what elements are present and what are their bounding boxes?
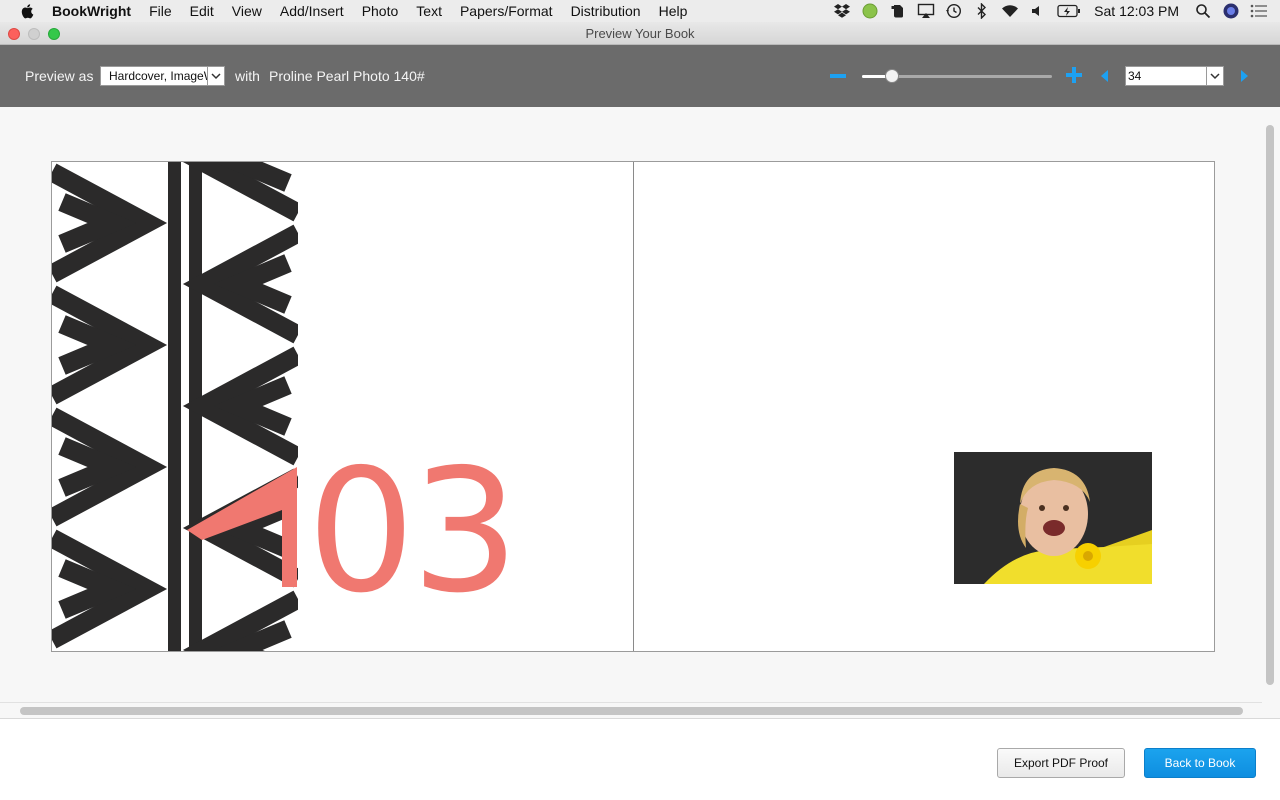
airplay-icon[interactable] (917, 3, 935, 19)
menu-text[interactable]: Text (416, 3, 442, 19)
chevron-down-icon[interactable] (207, 67, 224, 85)
notification-center-icon[interactable] (1250, 3, 1268, 19)
zoom-in-icon[interactable] (1066, 67, 1082, 83)
apple-icon[interactable] (20, 3, 36, 19)
preview-canvas: 03 (0, 107, 1280, 718)
vertical-scrollbar[interactable] (1266, 125, 1274, 685)
evernote-icon[interactable] (889, 3, 907, 19)
preview-as-label: Preview as (25, 68, 94, 84)
back-to-book-button[interactable]: Back to Book (1144, 748, 1256, 778)
window-title-bar: Preview Your Book (0, 22, 1280, 45)
footer-bar: Export PDF Proof Back to Book (0, 718, 1280, 800)
menu-view[interactable]: View (232, 3, 262, 19)
export-pdf-proof-button[interactable]: Export PDF Proof (997, 748, 1125, 778)
chapter-number: 03 (307, 433, 519, 631)
page-number-value: 34 (1128, 69, 1142, 83)
preview-format-value: Hardcover, ImageWrap (109, 69, 207, 83)
window-title: Preview Your Book (585, 26, 695, 41)
zoom-out-icon[interactable] (830, 74, 846, 78)
status-area: Sat 12:03 PM (828, 0, 1280, 22)
next-page-icon[interactable] (1241, 70, 1248, 82)
previous-page-icon[interactable] (1101, 70, 1108, 82)
coral-wedge (187, 467, 297, 587)
spotlight-search-icon[interactable] (1194, 3, 1212, 19)
book-spread: 03 (51, 161, 1215, 652)
menu-help[interactable]: Help (659, 3, 688, 19)
battery-icon[interactable] (1057, 3, 1081, 19)
scroll-separator (0, 702, 1262, 703)
menu-edit[interactable]: Edit (190, 3, 214, 19)
bluetooth-icon[interactable] (973, 3, 991, 19)
zoom-slider-handle[interactable] (885, 69, 900, 83)
paper-name: Proline Pearl Photo 140# (269, 68, 425, 84)
page-number-select[interactable]: 34 (1125, 66, 1224, 86)
siri-icon[interactable] (1222, 3, 1240, 19)
volume-icon[interactable] (1029, 3, 1047, 19)
dropbox-icon[interactable] (833, 3, 851, 19)
wifi-icon[interactable] (1001, 3, 1019, 19)
menu-add-insert[interactable]: Add/Insert (280, 3, 344, 19)
child-photo[interactable] (954, 452, 1152, 584)
with-label: with (235, 68, 260, 84)
preview-toolbar: Preview as Hardcover, ImageWrap with Pro… (0, 45, 1280, 107)
menu-photo[interactable]: Photo (362, 3, 399, 19)
menu-app-name[interactable]: BookWright (52, 3, 131, 19)
time-machine-icon[interactable] (945, 3, 963, 19)
horizontal-scrollbar[interactable] (20, 707, 1243, 715)
left-page[interactable]: 03 (52, 162, 633, 651)
menu-distribution[interactable]: Distribution (571, 3, 641, 19)
clock[interactable]: Sat 12:03 PM (1094, 3, 1179, 19)
green-ball-icon[interactable] (861, 3, 879, 19)
menu-bar: BookWright File Edit View Add/Insert Pho… (0, 0, 1280, 22)
right-page[interactable] (634, 162, 1214, 651)
preview-format-select[interactable]: Hardcover, ImageWrap (100, 66, 225, 86)
menu-papers-format[interactable]: Papers/Format (460, 3, 553, 19)
chevron-down-icon[interactable] (1206, 67, 1223, 85)
menu-file[interactable]: File (149, 3, 172, 19)
